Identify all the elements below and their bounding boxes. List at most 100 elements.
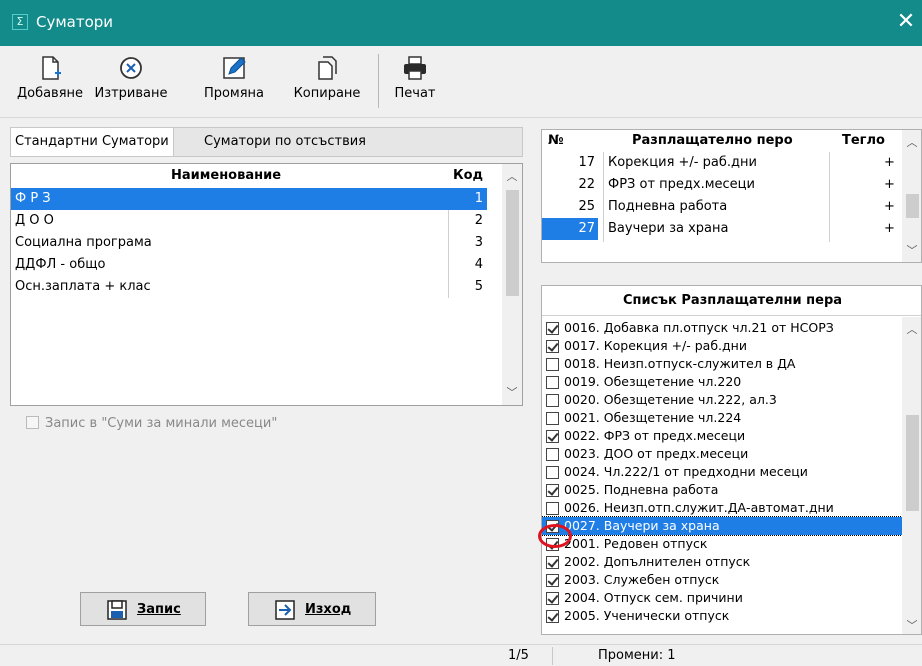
scroll-up-arrow-icon[interactable]: ︿: [502, 168, 522, 184]
summators-scrollbar[interactable]: ︿ ﹀: [502, 164, 522, 405]
scroll-down-arrow-icon[interactable]: ﹀: [902, 617, 921, 633]
print-button[interactable]: Печат: [390, 54, 440, 114]
scrollbar-thumb[interactable]: [906, 194, 919, 218]
past-months-checkbox[interactable]: Запис в "Суми за минали месеци": [26, 416, 277, 431]
column-header-name[interactable]: Наименование: [11, 168, 441, 183]
scroll-up-arrow-icon[interactable]: ︿: [902, 134, 921, 150]
list-item[interactable]: 0016. Добавка пл.отпуск чл.21 от НСОРЗ: [542, 319, 904, 337]
list-item[interactable]: 0024. Чл.222/1 от предходни месеци: [542, 463, 904, 481]
list-item[interactable]: 0020. Обезщетение чл.222, ал.3: [542, 391, 904, 409]
list-item[interactable]: 2002. Допълнителен отпуск: [542, 553, 904, 571]
column-header-weight[interactable]: Тегло: [842, 133, 885, 148]
copy-button-label: Копиране: [293, 86, 361, 101]
list-item-label: 0022. ФРЗ от предх.месеци: [564, 428, 746, 443]
list-item-checkbox[interactable]: [546, 376, 559, 389]
list-item-checkbox[interactable]: [546, 358, 559, 371]
list-item-label: 0023. ДОО от предх.месеци: [564, 446, 749, 461]
checkbox-box[interactable]: [26, 416, 39, 429]
table-row[interactable]: 17 Корекция +/- раб.дни +: [542, 152, 904, 174]
table-row[interactable]: Осн.заплата + клас 5: [11, 276, 487, 298]
close-button[interactable]: ✕: [894, 8, 918, 36]
list-item[interactable]: 2005. Ученически отпуск: [542, 607, 904, 625]
list-item-checkbox[interactable]: [546, 592, 559, 605]
list-item-checkbox[interactable]: [546, 484, 559, 497]
edit-button[interactable]: Промяна: [200, 54, 268, 114]
delete-button[interactable]: Изтриване: [92, 54, 170, 114]
list-item[interactable]: 0022. ФРЗ от предх.месеци: [542, 427, 904, 445]
column-header-pay-item[interactable]: Разплащателно перо: [632, 133, 793, 148]
save-floppy-icon: [107, 600, 127, 620]
toolbar: Добавяне Изтриване Промяна Копиране Печа…: [0, 46, 922, 118]
column-header-number[interactable]: №: [548, 133, 564, 148]
list-item-label: 0024. Чл.222/1 от предходни месеци: [564, 464, 808, 479]
table-row[interactable]: ДДФЛ - общо 4: [11, 254, 487, 276]
scrollbar-thumb[interactable]: [906, 415, 919, 511]
list-item-label: 0027. Ваучери за храна: [564, 518, 720, 533]
summators-grid-header: Наименование Код: [11, 164, 502, 188]
printer-icon: [404, 56, 426, 80]
list-item-checkbox[interactable]: [546, 412, 559, 425]
table-row[interactable]: Ф Р З 1: [11, 188, 487, 210]
list-item-label: 0018. Неизп.отпуск-служител в ДА: [564, 356, 796, 371]
list-item-checkbox[interactable]: [546, 340, 559, 353]
add-button[interactable]: Добавяне: [10, 54, 90, 114]
scrollbar-thumb[interactable]: [506, 190, 519, 296]
pay-items-list[interactable]: Списък Разплащателни пера 0016. Добавка …: [541, 285, 922, 635]
scroll-down-arrow-icon[interactable]: ﹀: [502, 384, 522, 400]
list-item-label: 2005. Ученически отпуск: [564, 608, 730, 623]
list-item-checkbox[interactable]: [546, 610, 559, 623]
add-button-label: Добавяне: [16, 86, 84, 101]
list-item[interactable]: 0023. ДОО от предх.месеци: [542, 445, 904, 463]
copy-button[interactable]: Копиране: [288, 54, 366, 114]
list-item-checkbox[interactable]: [546, 322, 559, 335]
assigned-scrollbar[interactable]: ︿ ﹀: [902, 130, 921, 262]
save-button-label: Запис: [137, 602, 181, 617]
window-title: Суматори: [36, 13, 114, 31]
list-item-label: 0017. Корекция +/- раб.дни: [564, 338, 747, 353]
list-item-checkbox[interactable]: [546, 574, 559, 587]
table-row[interactable]: 25 Подневна работа +: [542, 196, 904, 218]
exit-button-label: Изход: [305, 602, 352, 617]
list-item-checkbox[interactable]: [546, 394, 559, 407]
list-item[interactable]: 0018. Неизп.отпуск-служител в ДА: [542, 355, 904, 373]
column-header-code[interactable]: Код: [453, 168, 483, 183]
pay-items-scrollbar[interactable]: ︿ ﹀: [902, 317, 921, 634]
title-bar: Σ Суматори ✕: [0, 0, 922, 46]
list-item-label: 0020. Обезщетение чл.222, ал.3: [564, 392, 777, 407]
scroll-up-arrow-icon[interactable]: ︿: [902, 321, 921, 337]
list-item[interactable]: 0025. Подневна работа: [542, 481, 904, 499]
assigned-pay-items-grid[interactable]: № Разплащателно перо Тегло 17 Корекция +…: [541, 129, 922, 263]
status-bar: 1/5 Промени: 1: [0, 644, 922, 666]
list-item[interactable]: 0026. Неизп.отп.служит.ДА-автомат.дни: [542, 499, 904, 517]
list-item-label: 0016. Добавка пл.отпуск чл.21 от НСОРЗ: [564, 320, 834, 335]
list-item-checkbox[interactable]: [546, 448, 559, 461]
copy-documents-icon: [318, 56, 337, 80]
list-item-checkbox[interactable]: [546, 430, 559, 443]
list-item-checkbox[interactable]: [546, 466, 559, 479]
list-item[interactable]: 0021. Обезщетение чл.224: [542, 409, 904, 427]
table-row[interactable]: 22 ФРЗ от предх.месеци +: [542, 174, 904, 196]
table-row[interactable]: Д О О 2: [11, 210, 487, 232]
summators-grid[interactable]: Наименование Код Ф Р З 1 Д О О 2 Социалн…: [10, 163, 523, 406]
scroll-down-arrow-icon[interactable]: ﹀: [902, 242, 921, 258]
add-document-icon: [42, 56, 61, 80]
exit-arrow-icon: [275, 600, 295, 620]
list-item[interactable]: 0019. Обезщетение чл.220: [542, 373, 904, 391]
exit-button[interactable]: Изход: [248, 592, 376, 626]
changes-count: Промени: 1: [598, 648, 676, 663]
table-row[interactable]: Социална програма 3: [11, 232, 487, 254]
list-item-checkbox[interactable]: [546, 502, 559, 515]
highlight-annotation-circle: [538, 524, 572, 548]
table-row[interactable]: 27 Ваучери за храна +: [542, 218, 904, 240]
list-item-checkbox[interactable]: [546, 556, 559, 569]
tab-standard-summators[interactable]: Стандартни Суматори: [11, 128, 174, 156]
list-item[interactable]: 0027. Ваучери за храна: [542, 516, 905, 536]
tab-absence-summators[interactable]: Суматори по отсъствия: [200, 128, 370, 156]
list-item[interactable]: 2004. Отпуск сем. причини: [542, 589, 904, 607]
list-item[interactable]: 2001. Редовен отпуск: [542, 535, 904, 553]
save-button[interactable]: Запис: [80, 592, 206, 626]
list-item[interactable]: 2003. Служебен отпуск: [542, 571, 904, 589]
list-item[interactable]: 0017. Корекция +/- раб.дни: [542, 337, 904, 355]
assigned-grid-header: № Разплащателно перо Тегло: [542, 130, 904, 152]
edit-button-label: Промяна: [203, 86, 265, 101]
